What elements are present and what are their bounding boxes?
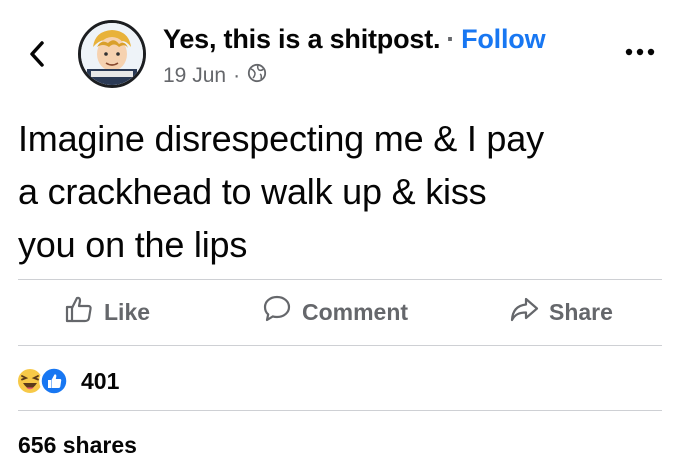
follow-button[interactable]: Follow bbox=[461, 24, 545, 54]
post-meta: 19 Jun · bbox=[163, 63, 267, 89]
page-title-row: Yes, this is a shitpost. · Follow bbox=[163, 24, 546, 55]
post-body: Imagine disrespecting me & I pay a crack… bbox=[18, 112, 668, 271]
reaction-icons bbox=[15, 366, 77, 396]
shares-count[interactable]: 656 shares bbox=[18, 432, 137, 459]
post-text-line: Imagine disrespecting me & I pay bbox=[18, 118, 544, 159]
post-text-line: you on the lips bbox=[18, 224, 248, 265]
like-label: Like bbox=[104, 298, 151, 325]
like-thumb-icon bbox=[64, 294, 104, 330]
divider bbox=[18, 410, 662, 411]
comment-button[interactable]: Comment bbox=[262, 294, 408, 330]
share-arrow-icon bbox=[509, 294, 549, 330]
more-options-icon[interactable] bbox=[620, 40, 660, 64]
page-name[interactable]: Yes, this is a shitpost. bbox=[163, 24, 440, 54]
page-avatar[interactable] bbox=[78, 20, 146, 88]
post-actions-bar: Like Comment Share bbox=[0, 280, 680, 344]
share-label: Share bbox=[549, 298, 613, 325]
post-header: Yes, this is a shitpost. · Follow 19 Jun · bbox=[0, 0, 680, 100]
meta-separator: · bbox=[233, 64, 241, 87]
post-text-line: a crackhead to walk up & kiss bbox=[18, 171, 487, 212]
title-separator: · bbox=[446, 24, 456, 54]
back-arrow-icon[interactable] bbox=[22, 36, 52, 72]
post-date[interactable]: 19 Jun bbox=[163, 64, 226, 88]
comment-bubble-icon bbox=[262, 294, 302, 330]
reactions-summary[interactable]: 401 bbox=[15, 366, 119, 396]
like-thumb-icon bbox=[39, 366, 71, 401]
reaction-count: 401 bbox=[81, 367, 120, 394]
divider bbox=[18, 345, 662, 346]
like-button[interactable]: Like bbox=[64, 294, 150, 330]
share-button[interactable]: Share bbox=[509, 294, 613, 330]
comment-label: Comment bbox=[302, 298, 409, 325]
globe-icon bbox=[247, 63, 267, 89]
